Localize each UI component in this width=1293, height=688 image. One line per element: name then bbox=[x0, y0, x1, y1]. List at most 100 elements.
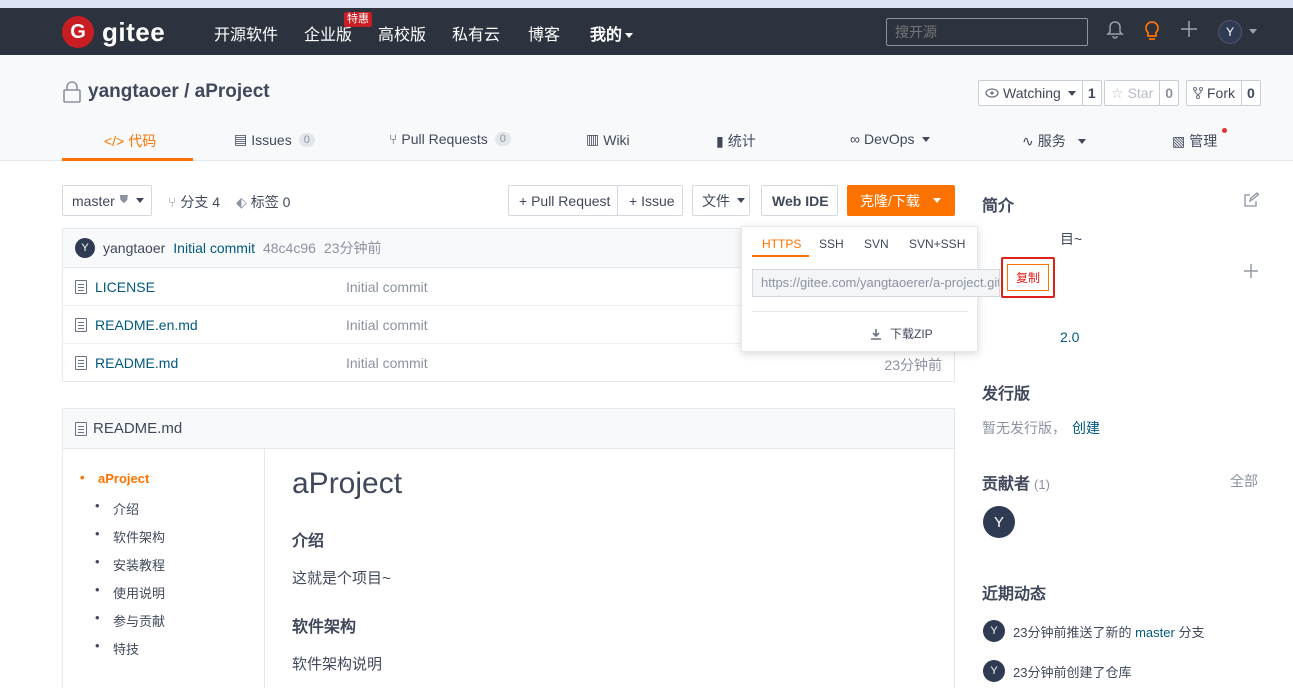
plus-icon[interactable] bbox=[1244, 264, 1258, 281]
chevron-down-icon bbox=[737, 198, 745, 203]
file-icon bbox=[75, 421, 87, 436]
star-button[interactable]: ☆ Star 0 bbox=[1104, 80, 1180, 106]
readme-heading-intro: 介绍 bbox=[292, 533, 325, 550]
issues-count-badge: 0 bbox=[298, 132, 315, 147]
tab-pull-requests[interactable]: ⑂ Pull Requests 0 bbox=[389, 131, 511, 147]
activity-avatar[interactable]: Y bbox=[983, 660, 1005, 682]
commit-hash[interactable]: 48c4c96 bbox=[263, 240, 316, 256]
branch-select[interactable]: master ⛊ bbox=[62, 185, 152, 216]
watch-button[interactable]: Watching 1 bbox=[978, 80, 1102, 106]
nav-university[interactable]: 高校版 bbox=[378, 21, 426, 45]
file-name[interactable]: LICENSE bbox=[95, 279, 155, 295]
nav-mine[interactable]: 我的 bbox=[590, 21, 634, 45]
file-icon bbox=[75, 318, 87, 332]
contributors-all-link[interactable]: 全部 bbox=[1230, 471, 1258, 491]
nav-private-cloud[interactable]: 私有云 bbox=[452, 21, 500, 45]
commit-author[interactable]: yangtaoer bbox=[103, 240, 165, 256]
toc-item[interactable]: 介绍 bbox=[95, 498, 139, 518]
pulse-icon: ∿ bbox=[1022, 132, 1034, 149]
branches-link[interactable]: ⑂ 分支 4 bbox=[168, 192, 220, 212]
plus-icon[interactable] bbox=[1180, 20, 1198, 43]
chevron-down-icon bbox=[625, 33, 634, 39]
chevron-down-icon[interactable] bbox=[1249, 29, 1257, 34]
copy-button-highlight: 复制 bbox=[1001, 257, 1055, 298]
tags-link[interactable]: ⬖ 标签 0 bbox=[236, 192, 290, 212]
file-name[interactable]: README.en.md bbox=[95, 317, 198, 333]
clone-tab-ssh[interactable]: SSH bbox=[819, 237, 844, 251]
readme-heading-arch: 软件架构 bbox=[292, 619, 357, 636]
star-count[interactable]: 0 bbox=[1159, 81, 1178, 105]
repo-tabs: </> 代码 ▤ Issues 0 ⑂ Pull Requests 0 ▥ Wiki ▮ 统计… bbox=[62, 121, 1262, 161]
search-input[interactable] bbox=[886, 18, 1088, 46]
tab-stats[interactable]: ▮ 统计 bbox=[716, 131, 756, 151]
watch-label: Watching bbox=[1003, 85, 1061, 101]
toc-item[interactable]: 使用说明 bbox=[95, 582, 165, 602]
file-menu-button[interactable]: 文件 bbox=[692, 185, 750, 216]
activity-suffix: 分支 bbox=[1178, 624, 1205, 640]
pr-count-badge: 0 bbox=[494, 132, 511, 146]
toc-item[interactable]: 软件架构 bbox=[95, 526, 165, 546]
clone-tab-svn[interactable]: SVN bbox=[864, 237, 889, 251]
file-name[interactable]: README.md bbox=[95, 355, 178, 371]
user-avatar[interactable]: Y bbox=[1218, 20, 1242, 44]
new-issue-button[interactable]: + Issue bbox=[617, 185, 683, 216]
special-offer-badge: 特惠 bbox=[344, 12, 372, 27]
clone-url-field[interactable]: https://gitee.com/yangtaoerer/a-project.… bbox=[752, 269, 1000, 297]
clone-tab-https[interactable]: HTTPS bbox=[762, 237, 801, 251]
edit-icon[interactable] bbox=[1243, 192, 1260, 211]
fork-button[interactable]: Fork 0 bbox=[1186, 80, 1261, 106]
tab-devops[interactable]: ∞ DevOps bbox=[850, 131, 930, 147]
contributor-avatar[interactable]: Y bbox=[983, 506, 1015, 538]
clone-tab-svn-ssh[interactable]: SVN+SSH bbox=[909, 237, 965, 251]
readme-filename: README.md bbox=[93, 420, 183, 437]
branch-icon: ⑂ bbox=[168, 194, 177, 210]
nav-open-source[interactable]: 开源软件 bbox=[214, 21, 278, 45]
nav-blog[interactable]: 博客 bbox=[528, 21, 560, 45]
fork-count[interactable]: 0 bbox=[1241, 81, 1260, 105]
repo-header: yangtaoer / aProject Watching 1 ☆ Star 0 … bbox=[0, 55, 1293, 161]
commit-message[interactable]: Initial commit bbox=[173, 240, 255, 256]
tab-issues-label: Issues bbox=[251, 131, 292, 148]
lightbulb-icon[interactable] bbox=[1143, 20, 1161, 47]
fork-icon bbox=[1193, 87, 1203, 99]
commit-author-avatar[interactable]: Y bbox=[75, 238, 95, 258]
toc-item[interactable]: 参与贡献 bbox=[95, 610, 165, 630]
toc-item[interactable]: 安装教程 bbox=[95, 554, 165, 574]
tab-issues[interactable]: ▤ Issues 0 bbox=[234, 131, 315, 148]
license-peek[interactable]: 2.0 bbox=[1060, 329, 1079, 345]
lock-icon bbox=[63, 81, 81, 103]
contributors-count: (1) bbox=[1034, 477, 1050, 492]
tab-wiki[interactable]: ▥ Wiki bbox=[586, 131, 630, 148]
tab-code-label: 代码 bbox=[128, 133, 157, 149]
toc-item[interactable]: aProject bbox=[80, 470, 149, 486]
clone-download-label: 克隆/下载 bbox=[860, 192, 920, 209]
clone-download-button[interactable]: 克隆/下载 bbox=[847, 185, 955, 216]
bell-icon[interactable] bbox=[1106, 20, 1124, 45]
tab-code[interactable]: </> 代码 bbox=[104, 131, 156, 151]
repo-name[interactable]: yangtaoer / aProject bbox=[88, 81, 270, 103]
star-icon: ☆ bbox=[1111, 84, 1124, 101]
download-zip-label: 下载ZIP bbox=[890, 327, 933, 341]
activity-title: 近期动态 bbox=[982, 586, 1047, 603]
issues-icon: ▤ bbox=[234, 131, 248, 147]
activity-branch-link[interactable]: master bbox=[1135, 625, 1175, 640]
file-commit-message[interactable]: Initial commit bbox=[346, 279, 428, 295]
download-zip-link[interactable]: 下载ZIP bbox=[870, 325, 933, 342]
navbar: G gitee 开源软件 企业版 特惠 高校版 私有云 博客 我的 Y bbox=[0, 8, 1293, 55]
web-ide-button[interactable]: Web IDE bbox=[761, 185, 838, 216]
tab-services[interactable]: ∿ 服务 bbox=[1022, 131, 1086, 151]
toc-item[interactable]: 特技 bbox=[95, 638, 139, 658]
watch-count[interactable]: 1 bbox=[1081, 81, 1101, 105]
gitee-logo[interactable]: G gitee bbox=[62, 16, 165, 48]
clone-dropdown: HTTPS SSH SVN SVN+SSH https://gitee.com/… bbox=[741, 226, 1000, 352]
tab-manage[interactable]: ▧ 管理 bbox=[1172, 131, 1217, 151]
file-commit-message[interactable]: Initial commit bbox=[346, 317, 428, 333]
create-release-link[interactable]: 创建 bbox=[1072, 418, 1100, 438]
activity-prefix: 23分钟前推送了新的 bbox=[1013, 624, 1132, 640]
new-pull-request-button[interactable]: + Pull Request bbox=[508, 185, 618, 216]
activity-avatar[interactable]: Y bbox=[983, 620, 1005, 642]
notification-dot bbox=[1222, 128, 1227, 133]
release-title: 发行版 bbox=[982, 386, 1031, 403]
file-commit-message[interactable]: Initial commit bbox=[346, 355, 428, 371]
copy-button[interactable]: 复制 bbox=[1007, 264, 1049, 291]
